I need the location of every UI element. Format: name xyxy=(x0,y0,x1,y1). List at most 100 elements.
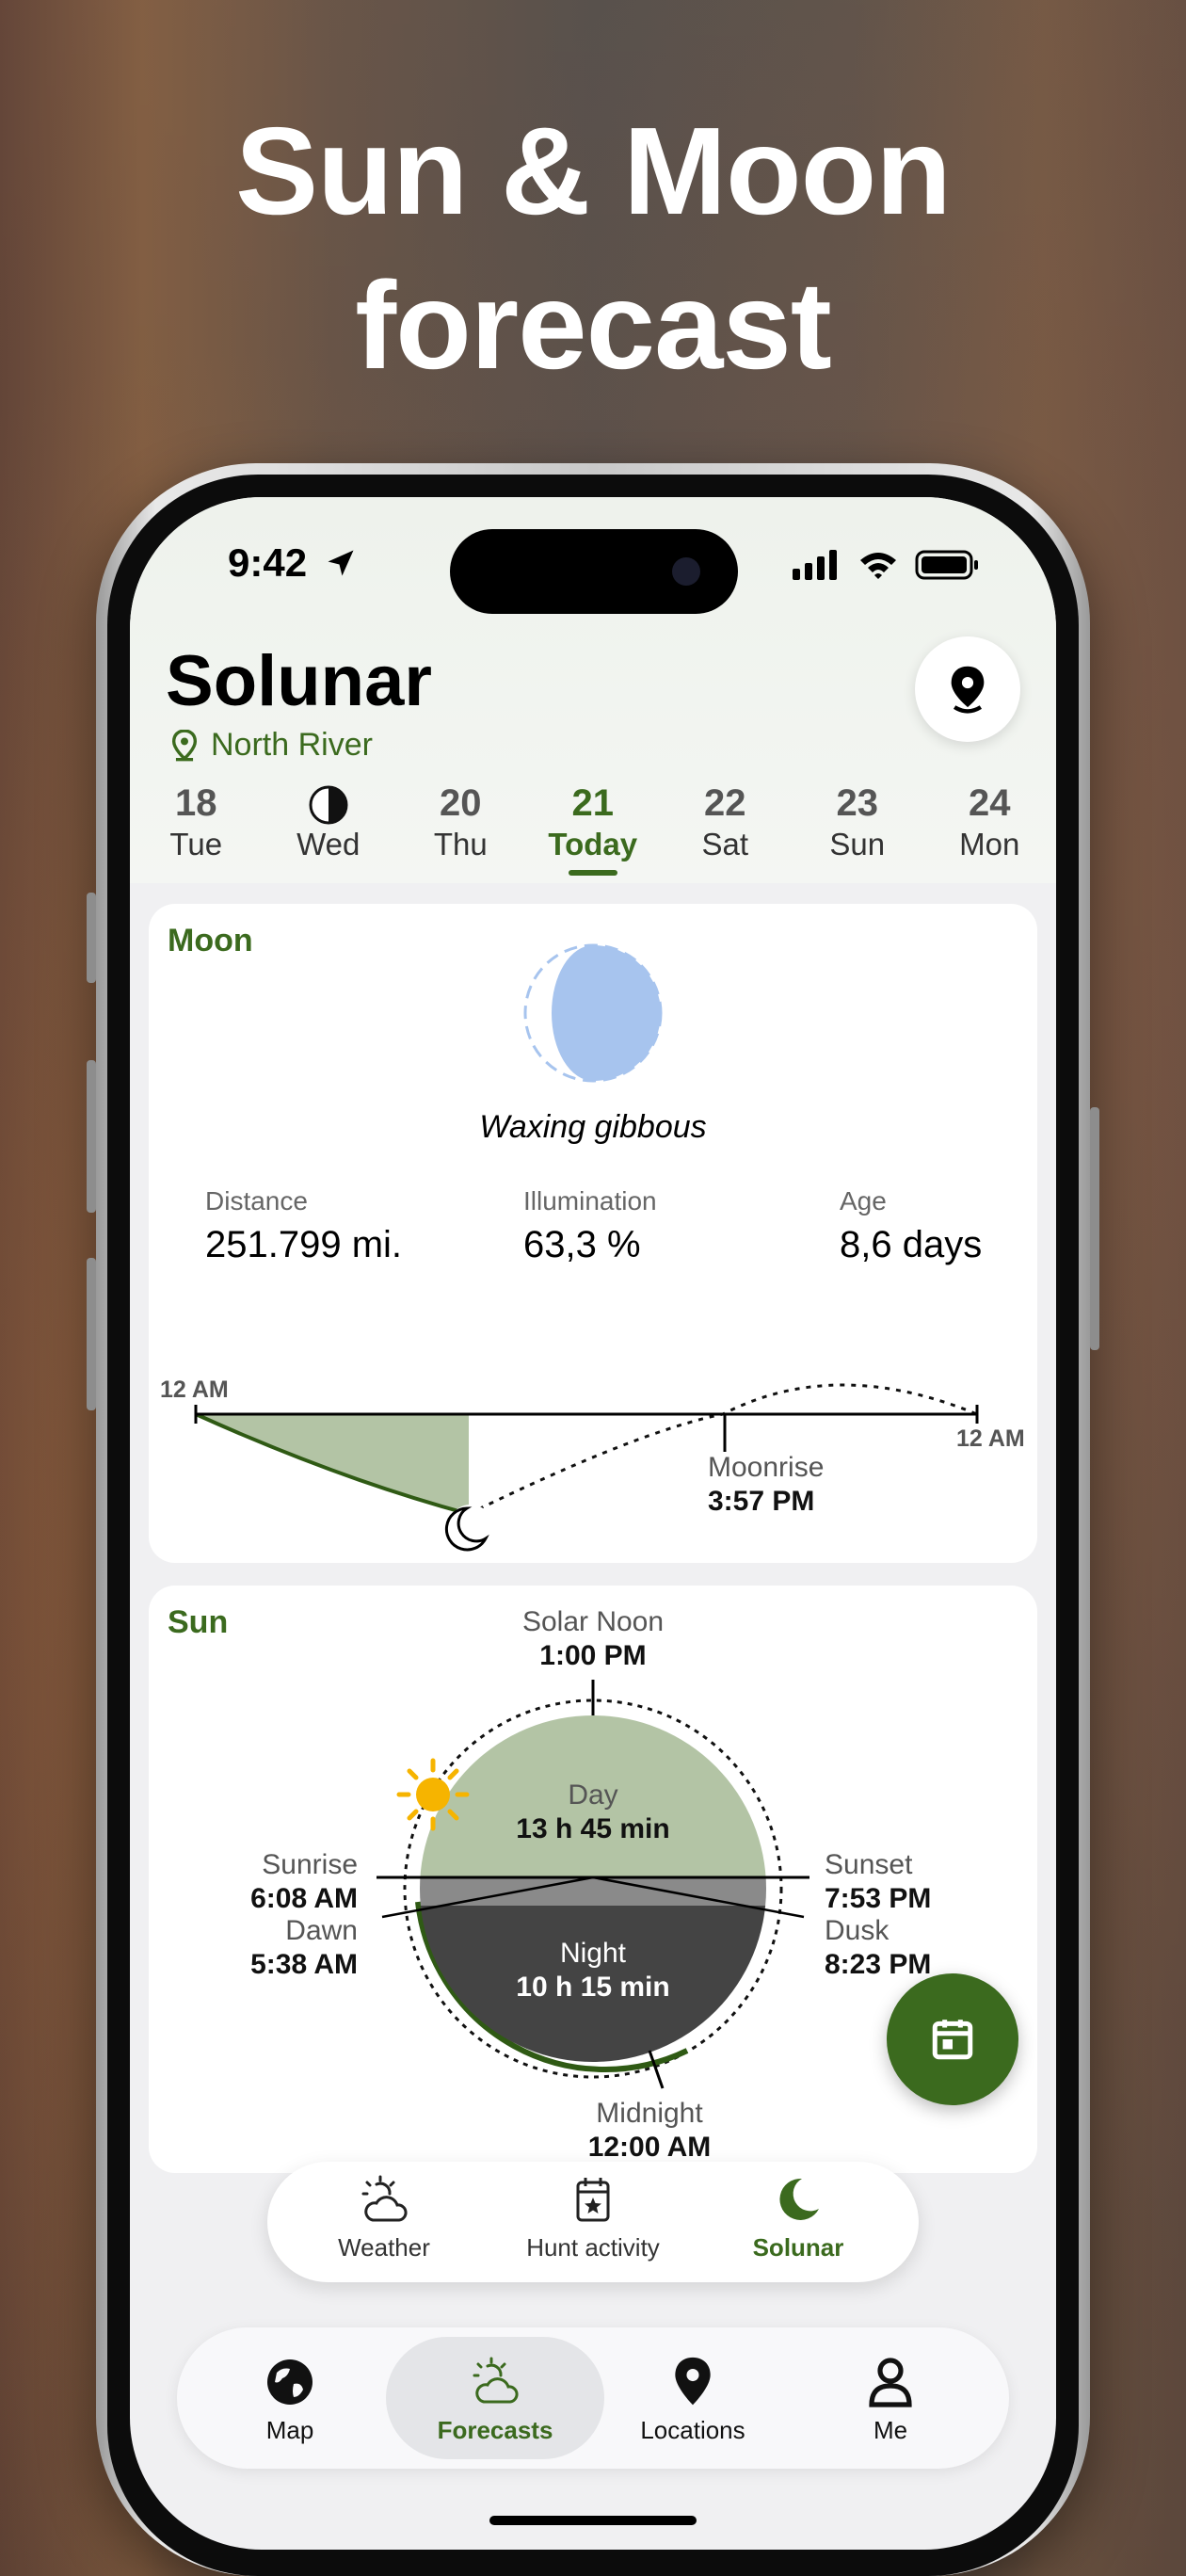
calendar-star-icon xyxy=(576,2178,610,2222)
night-length: 10 h 15 min xyxy=(516,1972,669,2003)
day-number: 22 xyxy=(704,782,746,824)
calendar-fab-button[interactable] xyxy=(887,1973,1018,2105)
map-pin-icon xyxy=(951,666,985,714)
subnav-weather[interactable]: Weather xyxy=(290,2175,478,2262)
tab-map[interactable]: Map xyxy=(196,2356,384,2445)
partly-cloudy-icon xyxy=(361,2175,408,2222)
moon-path-chart: 12 AM 12 AM Moonrise 3:57 PM xyxy=(160,1377,1025,1552)
day-label: Tue xyxy=(169,827,223,861)
day-tab-18[interactable]: 18 Tue xyxy=(130,780,263,876)
sun-icon xyxy=(396,1758,470,1831)
home-indicator xyxy=(489,2516,697,2525)
moonrise-label: Moonrise xyxy=(708,1452,824,1483)
solar-noon-time: 1:00 PM xyxy=(539,1640,646,1671)
map-pin-icon xyxy=(171,729,198,761)
day-label: Sat xyxy=(701,827,749,861)
subnav-hunt-activity[interactable]: Hunt activity xyxy=(499,2175,687,2262)
midnight-label: Midnight xyxy=(596,2098,703,2129)
moon-card: Moon Waxing gibbous Distance 251.799 mi.… xyxy=(149,904,1037,1563)
camera-lens xyxy=(672,557,700,586)
crescent-moon-icon xyxy=(779,2178,819,2220)
tab-me[interactable]: Me xyxy=(796,2356,985,2445)
day-label: Sun xyxy=(829,827,886,861)
globe-icon xyxy=(267,2359,313,2405)
tab-label: Map xyxy=(265,2416,314,2444)
tab-locations[interactable]: Locations xyxy=(599,2356,787,2445)
day-moon-phase xyxy=(263,780,395,827)
cellular-signal-icon xyxy=(793,550,837,580)
dynamic-island xyxy=(450,529,738,614)
subnav-solunar[interactable]: Solunar xyxy=(704,2175,892,2262)
partly-cloudy-icon xyxy=(473,2357,519,2404)
day-length: 13 h 45 min xyxy=(516,1813,669,1844)
sunrise-label: Sunrise xyxy=(262,1849,358,1880)
subnav-label: Weather xyxy=(338,2233,430,2262)
half-moon-icon xyxy=(309,785,348,825)
day-tab-22[interactable]: 22 Sat xyxy=(659,780,792,876)
person-icon xyxy=(869,2358,912,2407)
day-tab-23[interactable]: 23 Sun xyxy=(792,780,924,876)
header: 9:42 Solunar North River 18 Tue Wed 20 T… xyxy=(130,497,1056,883)
status-icons xyxy=(793,550,978,580)
day-label: Day xyxy=(568,1779,617,1811)
tab-label: Forecasts xyxy=(437,2416,553,2444)
power-button xyxy=(1090,1107,1099,1350)
day-label: Thu xyxy=(433,827,488,861)
subnav-label: Solunar xyxy=(752,2233,844,2262)
wifi-icon xyxy=(860,553,896,579)
sunset-time: 7:53 PM xyxy=(825,1883,931,1914)
day-selector: 18 Tue Wed 20 Thu 21 Today 22 Sat 23 Sun… xyxy=(130,780,1056,876)
tab-forecasts[interactable]: Forecasts xyxy=(401,2356,589,2445)
phone-screen: 9:42 Solunar North River 18 Tue Wed 20 T… xyxy=(130,497,1056,2550)
dawn-time: 5:38 AM xyxy=(250,1949,358,1980)
day-label: Mon xyxy=(959,827,1020,861)
night-label: Night xyxy=(560,1938,627,1969)
sunset-label: Sunset xyxy=(825,1849,913,1880)
location-pin-button[interactable] xyxy=(915,636,1020,742)
day-number: 23 xyxy=(836,782,879,824)
location-name: North River xyxy=(211,727,373,763)
day-tab-24[interactable]: 24 Mon xyxy=(923,780,1056,876)
chart-start-label: 12 AM xyxy=(160,1377,229,1403)
day-tab-20[interactable]: 20 Thu xyxy=(394,780,527,876)
tab-label: Locations xyxy=(640,2416,745,2444)
sun-card: Sun Solar Noon 1:00 PM Day 13 h 45 min N… xyxy=(149,1586,1037,2173)
dusk-time: 8:23 PM xyxy=(825,1949,931,1980)
volume-up-button xyxy=(87,1060,96,1213)
silent-switch xyxy=(87,893,96,983)
map-pin-icon xyxy=(675,2357,711,2406)
location-selector[interactable]: North River xyxy=(171,727,373,764)
day-label: Today xyxy=(548,827,638,861)
day-tab-wed[interactable]: Wed xyxy=(263,780,395,876)
midnight-time: 12:00 AM xyxy=(588,2132,712,2163)
status-time: 9:42 xyxy=(228,540,308,585)
day-number: 20 xyxy=(440,782,482,824)
chart-end-label: 12 AM xyxy=(956,1425,1025,1452)
day-tab-today[interactable]: 21 Today xyxy=(527,780,660,876)
day-number: 18 xyxy=(175,782,217,824)
battery-icon xyxy=(915,550,978,580)
location-arrow-icon xyxy=(328,550,354,576)
forecast-subnav: Weather Hunt activity Solunar xyxy=(267,2162,919,2282)
calendar-icon xyxy=(932,2020,973,2060)
solar-noon-label: Solar Noon xyxy=(522,1606,664,1637)
promo-line-2: forecast xyxy=(355,256,832,394)
dawn-label: Dawn xyxy=(285,1915,358,1946)
volume-down-button xyxy=(87,1258,96,1410)
sunrise-time: 6:08 AM xyxy=(250,1883,358,1914)
page-title: Solunar xyxy=(166,641,432,721)
moon-below-horizon-area xyxy=(196,1414,469,1514)
tab-label: Me xyxy=(873,2416,908,2444)
day-label: Wed xyxy=(296,827,361,861)
dusk-label: Dusk xyxy=(825,1915,890,1946)
tab-bar: Map Forecasts Locations Me xyxy=(177,2327,1009,2469)
midnight-marker xyxy=(648,2050,665,2089)
day-number: 21 xyxy=(571,782,615,824)
sun-daylight-chart: Solar Noon 1:00 PM Day 13 h 45 min Night… xyxy=(250,1606,931,2163)
promo-line-1: Sun & Moon xyxy=(235,102,952,240)
moonrise-time: 3:57 PM xyxy=(708,1486,814,1517)
day-number: 24 xyxy=(969,782,1011,824)
promo-headline: Sun & Moon forecast xyxy=(0,94,1186,403)
active-day-indicator xyxy=(568,870,617,876)
subnav-label: Hunt activity xyxy=(526,2233,660,2262)
